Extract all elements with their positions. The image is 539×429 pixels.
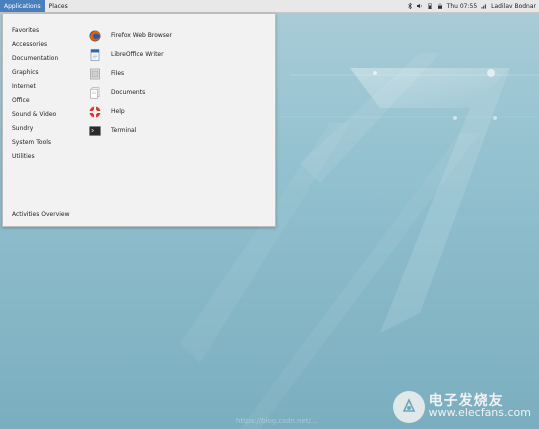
applications-menu-button[interactable]: Applications [0, 0, 45, 12]
watermark-url: https://blog.csdn.net/... [236, 417, 318, 425]
category-accessories[interactable]: Accessories [3, 38, 73, 52]
category-list: Favorites Accessories Documentation Grap… [3, 24, 73, 164]
watermark: 电子发烧友 www.elecfans.com [392, 391, 531, 423]
elecfans-logo-icon [392, 391, 425, 423]
places-menu-button[interactable]: Places [45, 0, 72, 12]
files-icon [89, 68, 101, 80]
activities-overview-link[interactable]: Activities Overview [12, 211, 70, 218]
panel-right: Thu 07:55 Ladilav Bodnar [407, 0, 539, 12]
app-item-files[interactable]: Files [89, 64, 172, 83]
top-panel: Applications Places Thu 07:55 Ladilav Bo… [0, 0, 539, 13]
app-item-documents[interactable]: Documents [89, 83, 172, 102]
watermark-text: 电子发烧友 www.elecfans.com [428, 394, 531, 419]
app-label: Terminal [111, 127, 137, 134]
writer-icon [89, 48, 101, 61]
documents-icon [89, 87, 101, 99]
app-list: Firefox Web Browser LibreOffice Writer F… [89, 26, 172, 140]
lock-icon[interactable] [437, 3, 443, 9]
app-label: Documents [111, 89, 146, 96]
watermark-site: www.elecfans.com [428, 406, 531, 419]
app-label: Firefox Web Browser [111, 32, 173, 39]
user-menu[interactable]: Ladilav Bodnar [491, 3, 536, 10]
category-utilities[interactable]: Utilities [3, 150, 73, 164]
category-sound-video[interactable]: Sound & Video [3, 108, 73, 122]
panel-left: Applications Places [0, 0, 72, 12]
category-system-tools[interactable]: System Tools [3, 136, 73, 150]
clock-label[interactable]: Thu 07:55 [447, 3, 477, 10]
applications-menu: Favorites Accessories Documentation Grap… [2, 13, 276, 227]
app-item-firefox[interactable]: Firefox Web Browser [89, 26, 172, 45]
app-label: LibreOffice Writer [111, 51, 164, 58]
terminal-icon [89, 125, 101, 137]
bluetooth-icon[interactable] [407, 3, 413, 9]
app-item-help[interactable]: Help [89, 102, 172, 121]
category-graphics[interactable]: Graphics [3, 66, 73, 80]
category-favorites[interactable]: Favorites [3, 24, 73, 38]
category-documentation[interactable]: Documentation [3, 52, 73, 66]
app-label: Help [111, 108, 125, 115]
category-internet[interactable]: Internet [3, 80, 73, 94]
app-item-terminal[interactable]: Terminal [89, 121, 172, 140]
firefox-icon [89, 30, 101, 42]
category-office[interactable]: Office [3, 94, 73, 108]
category-sundry[interactable]: Sundry [3, 122, 73, 136]
battery-icon[interactable] [427, 3, 433, 9]
help-icon [89, 106, 101, 118]
network-icon[interactable] [481, 3, 487, 9]
app-label: Files [111, 70, 125, 77]
app-item-writer[interactable]: LibreOffice Writer [89, 45, 172, 64]
volume-icon[interactable] [416, 3, 423, 9]
